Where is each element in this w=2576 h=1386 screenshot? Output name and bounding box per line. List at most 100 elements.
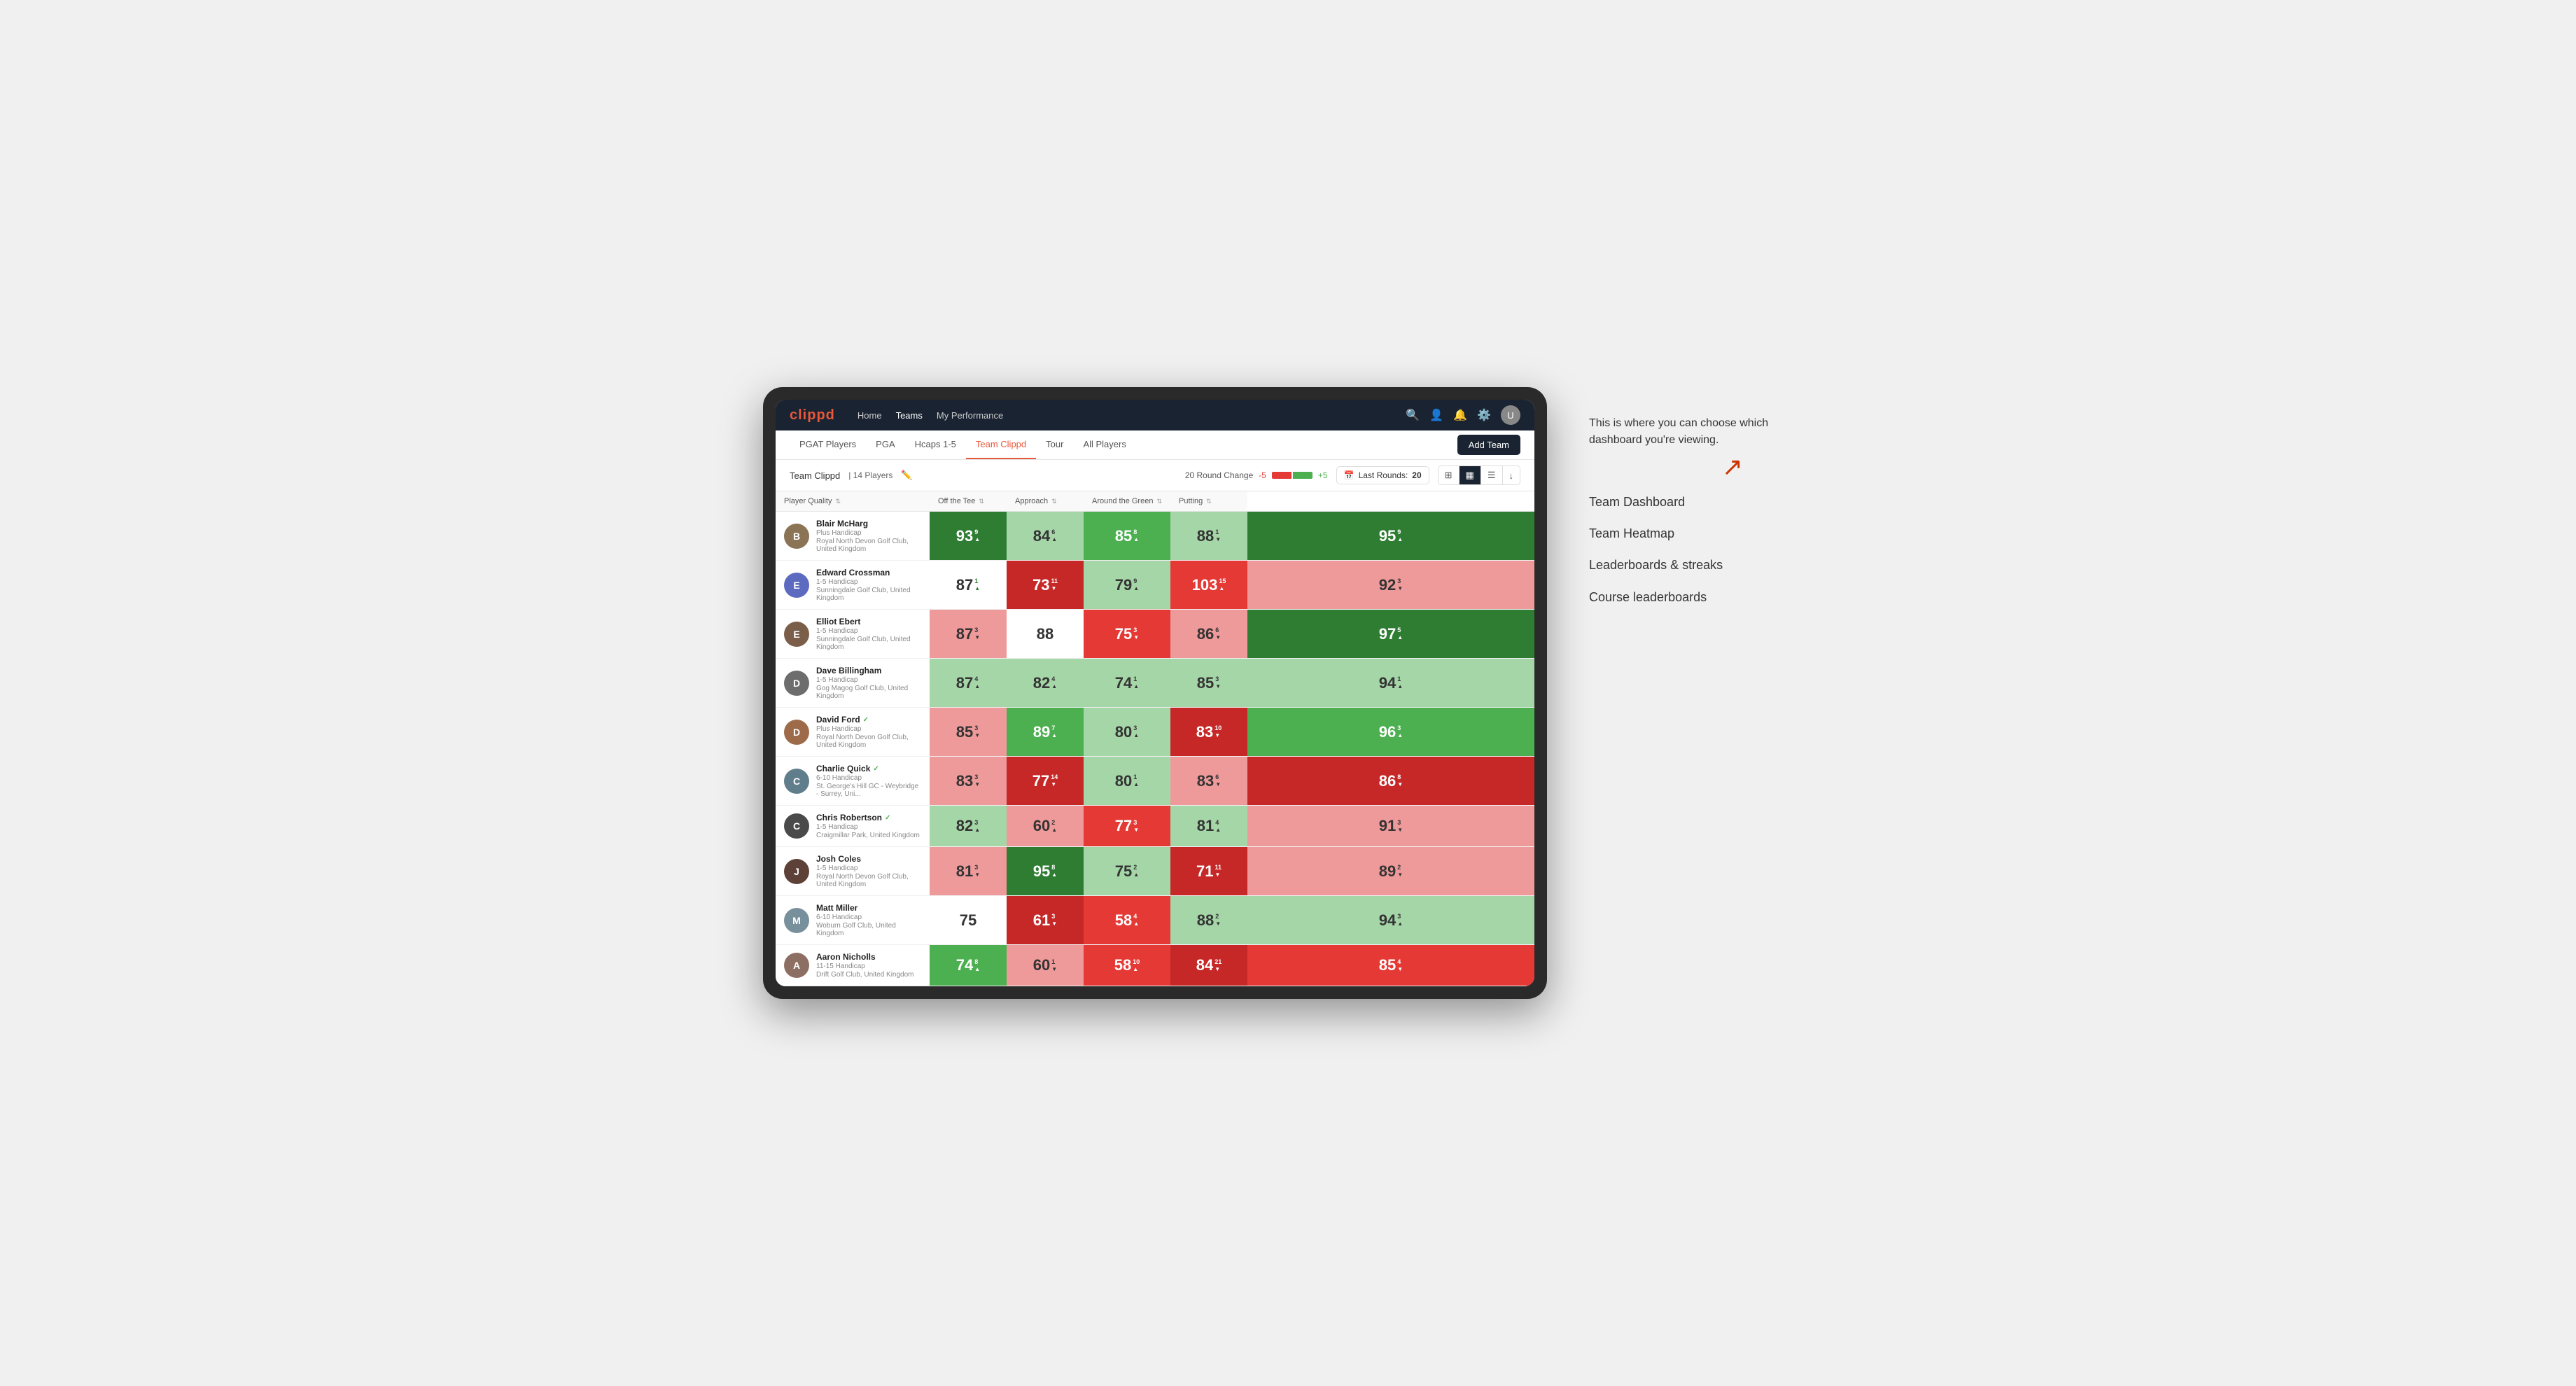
score-change: 3 ▼ bbox=[1215, 676, 1221, 690]
edit-team-icon[interactable]: ✏️ bbox=[901, 470, 912, 481]
score-value: 58 bbox=[1114, 956, 1131, 974]
player-cell[interactable]: B Blair McHarg Plus Handicap Royal North… bbox=[776, 512, 930, 561]
player-cell[interactable]: A Aaron Nicholls 11-15 Handicap Drift Go… bbox=[776, 945, 930, 986]
player-club: Royal North Devon Golf Club, United King… bbox=[816, 873, 921, 888]
player-info: Blair McHarg Plus Handicap Royal North D… bbox=[816, 519, 921, 553]
player-club: Royal North Devon Golf Club, United King… bbox=[816, 734, 921, 749]
player-cell[interactable]: E Edward Crossman 1-5 Handicap Sunningda… bbox=[776, 561, 930, 610]
round-change-label: 20 Round Change bbox=[1185, 470, 1253, 480]
table-row[interactable]: E Elliot Ebert 1-5 Handicap Sunningdale … bbox=[776, 610, 1534, 659]
nav-icons: 🔍 👤 🔔 ⚙️ U bbox=[1406, 405, 1520, 425]
search-button[interactable]: 🔍 bbox=[1406, 408, 1420, 422]
score-cell: 83 6 ▼ bbox=[1170, 757, 1247, 806]
option-team-dashboard: Team Dashboard bbox=[1589, 493, 1813, 511]
sort-icon-tee: ⇅ bbox=[979, 498, 984, 505]
player-cell[interactable]: D David Ford ✓ Plus Handicap Royal North… bbox=[776, 708, 930, 757]
round-change-info: 20 Round Change -5 +5 bbox=[1185, 470, 1328, 480]
people-button[interactable]: 👤 bbox=[1429, 408, 1443, 422]
nav-teams[interactable]: Teams bbox=[896, 410, 923, 421]
col-off-tee[interactable]: Off the Tee ⇅ bbox=[930, 491, 1007, 512]
last-rounds-label: Last Rounds: bbox=[1359, 470, 1408, 480]
app-logo[interactable]: clippd bbox=[790, 407, 835, 424]
nav-my-performance[interactable]: My Performance bbox=[937, 410, 1003, 421]
player-handicap: 6-10 Handicap bbox=[816, 774, 921, 782]
score-cell: 83 10 ▼ bbox=[1170, 708, 1247, 757]
score-value: 80 bbox=[1115, 723, 1132, 741]
table-row[interactable]: C Charlie Quick ✓ 6-10 Handicap St. Geor… bbox=[776, 757, 1534, 806]
table-row[interactable]: J Josh Coles 1-5 Handicap Royal North De… bbox=[776, 847, 1534, 896]
col-approach[interactable]: Approach ⇅ bbox=[1007, 491, 1084, 512]
score-value: 93 bbox=[956, 527, 973, 545]
score-change: 3 ▼ bbox=[974, 724, 980, 738]
table-row[interactable]: B Blair McHarg Plus Handicap Royal North… bbox=[776, 512, 1534, 561]
player-avatar: C bbox=[784, 769, 809, 794]
verified-icon: ✓ bbox=[863, 716, 869, 724]
score-value: 84 bbox=[1196, 956, 1213, 974]
player-handicap: Plus Handicap bbox=[816, 529, 921, 537]
score-value: 85 bbox=[1115, 527, 1132, 545]
user-avatar[interactable]: U bbox=[1501, 405, 1520, 425]
table-row[interactable]: M Matt Miller 6-10 Handicap Woburn Golf … bbox=[776, 896, 1534, 945]
add-team-button[interactable]: Add Team bbox=[1457, 435, 1520, 455]
score-change: 3 ▼ bbox=[1051, 913, 1057, 927]
tab-hcaps[interactable]: Hcaps 1-5 bbox=[905, 430, 966, 459]
col-putting[interactable]: Putting ⇅ bbox=[1170, 491, 1247, 512]
tab-all-players[interactable]: All Players bbox=[1073, 430, 1135, 459]
score-cell: 87 1 ▲ bbox=[930, 561, 1007, 610]
table-row[interactable]: E Edward Crossman 1-5 Handicap Sunningda… bbox=[776, 561, 1534, 610]
option-leaderboards: Leaderboards & streaks bbox=[1589, 556, 1813, 574]
score-cell: 74 8 ▲ bbox=[930, 945, 1007, 986]
change-positive: +5 bbox=[1318, 470, 1328, 480]
score-change: 4 ▼ bbox=[1397, 958, 1403, 972]
player-avatar: E bbox=[784, 573, 809, 598]
score-value: 87 bbox=[956, 576, 973, 594]
score-cell: 79 9 ▲ bbox=[1084, 561, 1170, 610]
player-cell[interactable]: D Dave Billingham 1-5 Handicap Gog Magog… bbox=[776, 659, 930, 708]
score-change: 3 ▼ bbox=[1133, 626, 1139, 640]
score-change: 14 ▼ bbox=[1051, 774, 1058, 788]
tab-pga[interactable]: PGA bbox=[866, 430, 904, 459]
player-info: David Ford ✓ Plus Handicap Royal North D… bbox=[816, 715, 921, 749]
table-row[interactable]: A Aaron Nicholls 11-15 Handicap Drift Go… bbox=[776, 945, 1534, 986]
view-toggle: ⊞ ▦ ☰ ↓ bbox=[1438, 465, 1520, 485]
score-change: 3 ▼ bbox=[1397, 819, 1403, 833]
score-change: 8 ▲ bbox=[1051, 864, 1057, 878]
annotation-sidebar: This is where you can choose which dashb… bbox=[1589, 387, 1813, 620]
table-row[interactable]: C Chris Robertson ✓ 1-5 Handicap Craigmi… bbox=[776, 806, 1534, 847]
player-name: Aaron Nicholls bbox=[816, 952, 914, 962]
score-change: 6 ▼ bbox=[1215, 626, 1221, 640]
last-rounds-button[interactable]: 📅 Last Rounds: 20 bbox=[1336, 466, 1429, 484]
player-name: Edward Crossman bbox=[816, 568, 921, 578]
tab-pgat-players[interactable]: PGAT Players bbox=[790, 430, 866, 459]
grid-view-button[interactable]: ⊞ bbox=[1438, 466, 1460, 484]
download-button[interactable]: ↓ bbox=[1503, 466, 1520, 484]
score-change: 3 ▼ bbox=[974, 864, 980, 878]
player-cell[interactable]: M Matt Miller 6-10 Handicap Woburn Golf … bbox=[776, 896, 930, 945]
col-around-green[interactable]: Around the Green ⇅ bbox=[1084, 491, 1170, 512]
player-cell[interactable]: C Charlie Quick ✓ 6-10 Handicap St. Geor… bbox=[776, 757, 930, 806]
heatmap-view-button[interactable]: ▦ bbox=[1460, 466, 1481, 484]
page-wrapper: clippd Home Teams My Performance 🔍 👤 🔔 bbox=[763, 387, 1813, 999]
player-cell[interactable]: J Josh Coles 1-5 Handicap Royal North De… bbox=[776, 847, 930, 896]
team-count: | 14 Players bbox=[848, 470, 892, 480]
score-change: 9 ▲ bbox=[1397, 528, 1403, 542]
table-row[interactable]: D Dave Billingham 1-5 Handicap Gog Magog… bbox=[776, 659, 1534, 708]
list-view-button[interactable]: ☰ bbox=[1481, 466, 1503, 484]
score-value: 85 bbox=[1379, 956, 1396, 974]
tab-team-clippd[interactable]: Team Clippd bbox=[966, 430, 1036, 459]
bell-button[interactable]: 🔔 bbox=[1453, 408, 1467, 422]
nav-links: Home Teams My Performance bbox=[858, 410, 1389, 421]
table-row[interactable]: D David Ford ✓ Plus Handicap Royal North… bbox=[776, 708, 1534, 757]
score-value: 74 bbox=[1115, 674, 1132, 692]
nav-home[interactable]: Home bbox=[858, 410, 882, 421]
col-player-quality[interactable]: Player Quality ⇅ bbox=[776, 491, 930, 512]
score-cell: 60 1 ▼ bbox=[1007, 945, 1084, 986]
tab-tour[interactable]: Tour bbox=[1036, 430, 1073, 459]
player-cell[interactable]: C Chris Robertson ✓ 1-5 Handicap Craigmi… bbox=[776, 806, 930, 847]
data-table-container: Player Quality ⇅ Off the Tee ⇅ bbox=[776, 491, 1534, 986]
search-icon: 🔍 bbox=[1406, 408, 1420, 422]
score-change: 4 ▲ bbox=[1133, 913, 1139, 927]
player-cell[interactable]: E Elliot Ebert 1-5 Handicap Sunningdale … bbox=[776, 610, 930, 659]
player-club: Gog Magog Golf Club, United Kingdom bbox=[816, 685, 921, 700]
settings-button[interactable]: ⚙️ bbox=[1477, 408, 1491, 422]
